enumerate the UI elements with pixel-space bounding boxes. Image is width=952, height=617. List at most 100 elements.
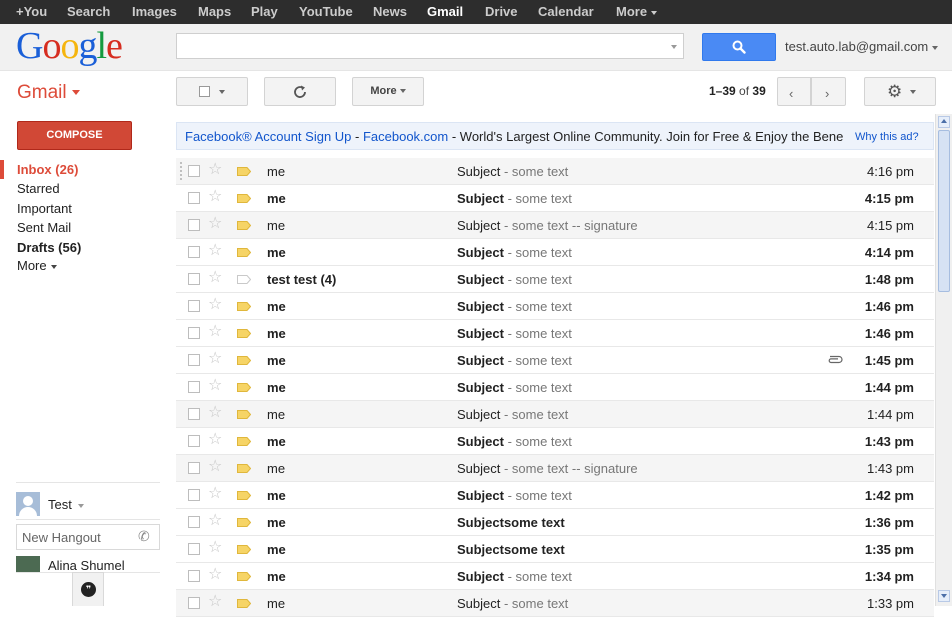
star-icon[interactable]: ☆ [208,539,222,557]
sidebar-item-drafts[interactable]: Drafts (56) [17,240,81,255]
star-icon[interactable]: ☆ [208,188,222,206]
table-row[interactable]: ☆ me Subject - some text 1:42 pm [176,482,934,509]
table-row[interactable]: ☆ me Subject - some text 1:33 pm [176,590,934,617]
star-icon[interactable]: ☆ [208,242,222,260]
topbar-news[interactable]: News [373,4,407,19]
importance-marker-icon[interactable] [237,383,251,392]
table-row[interactable]: ☆ me Subject - some text 1:43 pm [176,428,934,455]
hangouts-status-menu[interactable]: Test [48,497,84,512]
row-checkbox[interactable] [188,570,200,582]
ad-domain-link[interactable]: Facebook.com [363,129,448,144]
google-logo[interactable]: Google [16,26,123,66]
row-checkbox[interactable] [188,219,200,231]
topbar-images[interactable]: Images [132,4,177,19]
star-icon[interactable]: ☆ [208,593,222,611]
drag-handle-icon[interactable] [179,161,183,181]
compose-button[interactable]: COMPOSE [17,121,132,150]
row-checkbox[interactable] [188,381,200,393]
contact-name[interactable]: Alina Shumel [48,558,125,573]
contact-avatar[interactable] [16,556,40,572]
sidebar-item-important[interactable]: Important [17,201,72,216]
topbar-play[interactable]: Play [251,4,278,19]
table-row[interactable]: ☆ me Subject - some text 1:34 pm [176,563,934,590]
topbar-search[interactable]: Search [67,4,110,19]
table-row[interactable]: ☆ me Subject - some text 4:14 pm [176,239,934,266]
scroll-thumb[interactable] [938,130,950,292]
star-icon[interactable]: ☆ [208,566,222,584]
table-row[interactable]: ☆ me Subject - some text 4:15 pm [176,185,934,212]
importance-marker-icon[interactable] [237,167,251,176]
search-options-icon[interactable] [671,45,677,49]
new-hangout-input[interactable]: New Hangout ✆ [16,524,160,550]
scroll-down-arrow[interactable] [938,590,950,602]
star-icon[interactable]: ☆ [208,350,222,368]
importance-marker-icon[interactable] [237,275,251,284]
table-row[interactable]: ☆ me Subject - some text 1:46 pm [176,293,934,320]
star-icon[interactable]: ☆ [208,485,222,503]
row-checkbox[interactable] [188,246,200,258]
topbar-calendar[interactable]: Calendar [538,4,594,19]
row-checkbox[interactable] [188,165,200,177]
row-checkbox[interactable] [188,516,200,528]
search-button[interactable] [702,33,776,61]
table-row[interactable]: ☆ me Subject - some text 4:16 pm [176,158,934,185]
row-checkbox[interactable] [188,462,200,474]
table-row[interactable]: ☆ test test (4) Subject - some text 1:48 pm [176,266,934,293]
importance-marker-icon[interactable] [237,572,251,581]
scrollbar[interactable] [935,114,952,606]
topbar-more[interactable]: More [616,4,658,19]
importance-marker-icon[interactable] [237,221,251,230]
importance-marker-icon[interactable] [237,545,251,554]
topbar-gmail[interactable]: Gmail [427,4,463,19]
row-checkbox[interactable] [188,489,200,501]
search-input[interactable] [176,33,684,59]
star-icon[interactable]: ☆ [208,512,222,530]
importance-marker-icon[interactable] [237,491,251,500]
row-checkbox[interactable] [188,300,200,312]
row-checkbox[interactable] [188,192,200,204]
importance-marker-icon[interactable] [237,302,251,311]
row-checkbox[interactable] [188,408,200,420]
importance-marker-icon[interactable] [237,248,251,257]
scroll-up-arrow[interactable] [938,116,950,128]
refresh-button[interactable] [264,77,336,106]
table-row[interactable]: ☆ me Subject - some text 1:45 pm [176,347,934,374]
topbar-youtube[interactable]: YouTube [299,4,353,19]
importance-marker-icon[interactable] [237,599,251,608]
phone-icon[interactable]: ✆ [138,528,150,545]
topbar-plus-you[interactable]: +You [16,4,47,19]
settings-button[interactable]: ⚙ [864,77,936,106]
table-row[interactable]: ☆ me Subject - some text -- signature 1:43 … [176,455,934,482]
newer-button[interactable]: › [811,77,846,106]
importance-marker-icon[interactable] [237,464,251,473]
hangouts-tab[interactable]: ❞ [72,572,104,606]
row-checkbox[interactable] [188,597,200,609]
importance-marker-icon[interactable] [237,329,251,338]
sidebar-item-starred[interactable]: Starred [17,181,60,196]
more-actions-button[interactable]: More [352,77,424,106]
select-all-button[interactable] [176,77,248,106]
importance-marker-icon[interactable] [237,518,251,527]
star-icon[interactable]: ☆ [208,161,222,179]
row-checkbox[interactable] [188,543,200,555]
topbar-maps[interactable]: Maps [198,4,231,19]
importance-marker-icon[interactable] [237,437,251,446]
star-icon[interactable]: ☆ [208,458,222,476]
star-icon[interactable]: ☆ [208,269,222,287]
importance-marker-icon[interactable] [237,194,251,203]
table-row[interactable]: ☆ me Subjectsome text 1:36 pm [176,509,934,536]
sidebar-item-inbox[interactable]: Inbox (26) [17,162,78,177]
table-row[interactable]: ☆ me Subjectsome text 1:35 pm [176,536,934,563]
importance-marker-icon[interactable] [237,410,251,419]
star-icon[interactable]: ☆ [208,404,222,422]
table-row[interactable]: ☆ me Subject - some text -- signature 4:15 … [176,212,934,239]
older-button[interactable]: ‹ [777,77,811,106]
sidebar-item-sent[interactable]: Sent Mail [17,220,71,235]
account-menu[interactable]: test.auto.lab@gmail.com [785,39,939,54]
star-icon[interactable]: ☆ [208,323,222,341]
avatar[interactable] [16,492,40,516]
row-checkbox[interactable] [188,435,200,447]
star-icon[interactable]: ☆ [208,377,222,395]
ad-title-link[interactable]: Facebook® Account Sign Up [185,129,351,144]
star-icon[interactable]: ☆ [208,215,222,233]
